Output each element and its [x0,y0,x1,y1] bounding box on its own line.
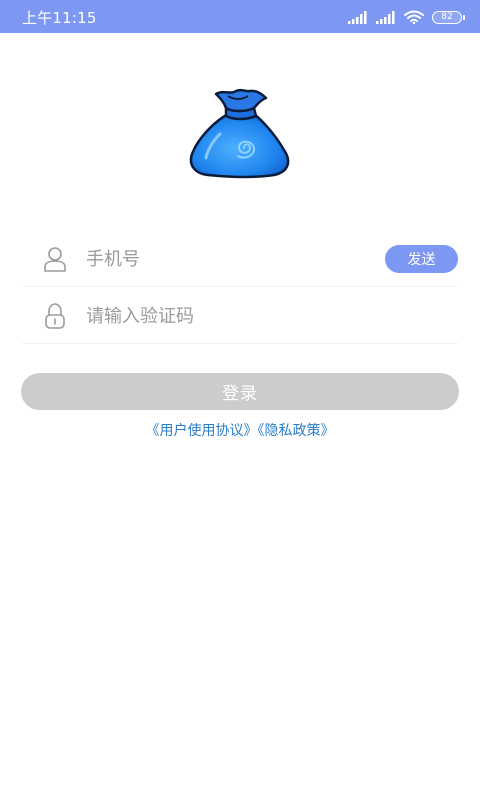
status-bar: 上午11:15 82 [0,0,480,33]
signal-icon [348,10,367,24]
user-icon [44,247,66,272]
send-code-button[interactable]: 发送 [385,245,458,273]
login-screen: 上午11:15 82 手机号 发送 请输入验证码 登录 《用户使用协议》《隐私政… [0,0,480,800]
verification-code-input[interactable] [86,301,446,331]
phone-row: 发送 [22,231,458,287]
battery-icon: 82 [432,10,465,24]
status-icons: 82 [348,8,465,26]
privacy-policy-link[interactable]: 《隐私政策》 [258,423,335,439]
user-agreement-link[interactable]: 《用户使用协议》 [146,423,258,439]
login-button[interactable]: 登录 [21,373,459,410]
signal-icon [376,10,395,24]
status-time: 上午11:15 [22,9,97,27]
money-bag-icon [189,88,290,179]
code-row [22,288,458,344]
lock-icon [45,303,65,329]
phone-input[interactable] [86,244,376,274]
battery-level: 82 [441,11,453,22]
agreement-links: 《用户使用协议》《隐私政策》 [0,420,480,440]
wifi-icon [404,10,424,24]
